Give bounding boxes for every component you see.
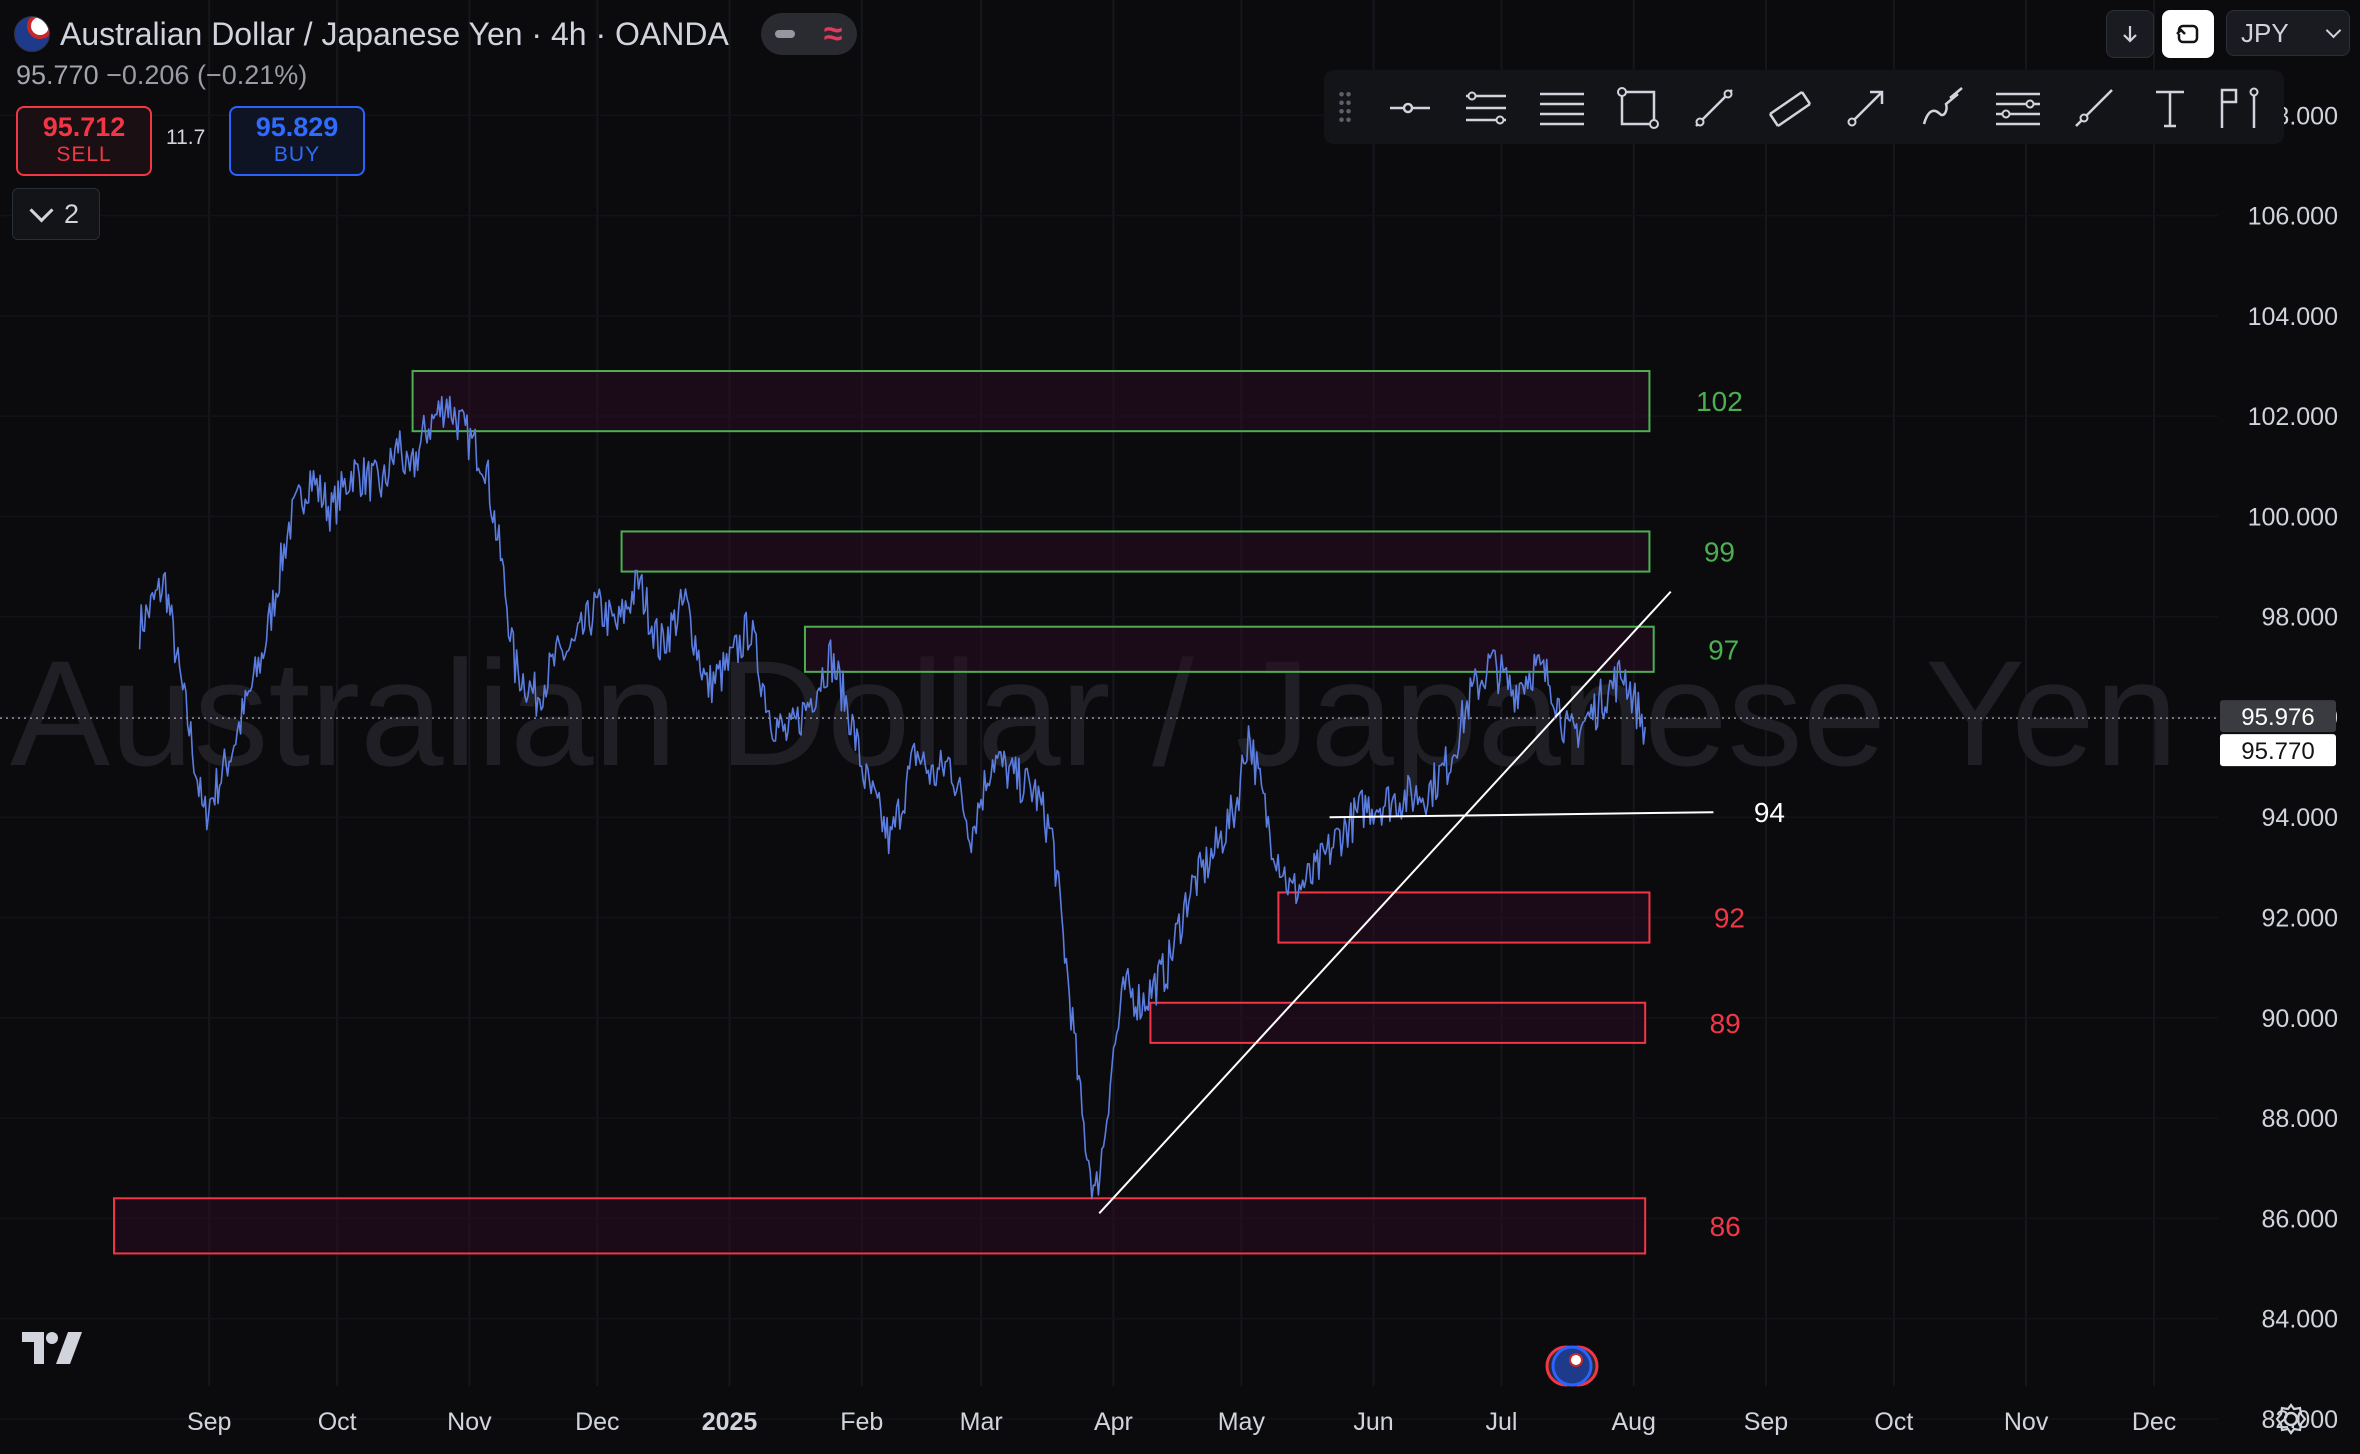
time-tick-label: Nov [2004,1408,2049,1436]
currency-label: JPY [2241,17,2289,48]
zone-support [113,1197,1647,1255]
price-tick-label: 102.000 [2248,403,2338,431]
spread-value: 11.7 [166,126,206,149]
time-tick-label: Apr [1094,1408,1133,1436]
wave-icon[interactable]: ≈ [824,17,843,51]
last-price: 95.770 [16,60,99,90]
price-tick-label: 88.000 [2262,1105,2338,1133]
chart-header: Australian Dollar / Japanese Yen · 4h · … [14,10,857,58]
sync-button[interactable] [2162,10,2214,58]
fib-retracement-icon[interactable] [1994,84,2042,132]
price-label-text: 95.976 [2241,704,2314,731]
symbol-title[interactable]: Australian Dollar / Japanese Yen · 4h · … [60,16,729,53]
sell-price: 95.712 [42,112,126,142]
zone-resistance [411,370,1651,433]
zone-label: 99 [1704,537,1735,568]
price-labels: 95.976 95.770 [2220,700,2336,767]
zone-label: 102 [1696,386,1743,417]
time-tick-label: Mar [960,1408,1003,1436]
drawn-line [1329,811,1714,819]
zone-label: 97 [1708,634,1739,665]
indicators-count: 2 [63,198,80,229]
zone-label: 89 [1710,1008,1741,1039]
ray-icon[interactable] [2070,84,2118,132]
chart-style-toggle[interactable]: ≈ [760,13,857,55]
zone-resistance [803,625,1655,673]
arrow-down-icon [2123,26,2137,43]
price-tick-label: 94.000 [2262,804,2338,832]
time-tick-label: Jul [1486,1408,1518,1436]
currency-select[interactable]: JPY [2226,10,2350,56]
drawing-toolbar[interactable] [1324,70,2284,144]
sell-label: SELL [56,143,112,166]
chevron-down-icon [29,197,54,223]
time-tick-label: Feb [840,1408,883,1436]
price-tick-label: 98.000 [2262,604,2338,632]
time-tick-label: Oct [1874,1408,1913,1436]
channel-icon[interactable] [1766,84,1814,132]
time-tick-label: Sep [187,1408,231,1436]
anchored-note-icon[interactable] [2214,84,2262,132]
horizontal-lines-icon[interactable] [1538,84,1586,132]
chevron-down-icon [2325,22,2342,39]
indicators-toggle[interactable]: 2 [12,188,100,240]
price-chart[interactable]: Australian Dollar / Japanese Yen 1029997… [0,0,2360,1454]
time-tick-label: May [1218,1408,1266,1436]
country-flags-icon[interactable] [1545,1345,1599,1387]
price-tick-label: 90.000 [2262,1005,2338,1033]
buy-label: BUY [273,143,321,166]
aud-jpy-flag-icon [14,16,50,52]
price-tick-label: 100.000 [2248,503,2338,531]
drag-handle-icon[interactable] [1338,90,1352,124]
parallel-lines-icon[interactable] [1462,84,1510,132]
time-tick-label: Aug [1611,1408,1655,1436]
sell-button[interactable]: 95.712 SELL [16,106,152,176]
buy-button[interactable]: 95.829 BUY [229,106,365,176]
zone-resistance [620,530,1651,573]
price-tick-label: 104.000 [2248,303,2338,331]
price-axis[interactable]: 82.00084.00086.00088.00090.00092.00094.0… [2248,102,2338,1434]
download-button[interactable] [2106,10,2154,58]
time-tick-label: Dec [2132,1408,2176,1436]
zone-label: 86 [1710,1211,1741,1242]
price-tick-label: 92.000 [2262,905,2338,933]
price-tick-label: 86.000 [2262,1205,2338,1233]
sync-icon [2176,24,2199,44]
price-label-text: 95.770 [2241,738,2314,765]
horizontal-ray-icon[interactable] [1386,84,1434,132]
zones-layer: 102 99 97 92 89 86 [113,370,1745,1255]
zone-support [1277,891,1651,944]
line-label: 94 [1754,797,1785,828]
price-tick-label: 106.000 [2248,203,2338,231]
zone-label: 92 [1714,903,1745,934]
time-tick-label: Sep [1744,1408,1788,1436]
price-quote: 95.770 −0.206 (−0.21%) [16,60,307,91]
brush-icon[interactable] [1918,84,1966,132]
tradingview-logo-icon[interactable] [22,1330,86,1366]
time-tick-label: 2025 [702,1408,758,1436]
gear-icon[interactable] [2274,1402,2308,1436]
minus-icon[interactable] [775,30,796,38]
zone-support [1149,1001,1647,1044]
price-tick-label: 84.000 [2262,1306,2338,1334]
arrow-icon[interactable] [1842,84,1890,132]
time-tick-label: Oct [318,1408,357,1436]
time-tick-label: Dec [575,1408,619,1436]
buy-price: 95.829 [255,112,339,142]
trend-line-icon[interactable] [1690,84,1738,132]
text-icon[interactable] [2146,84,2194,132]
price-change: −0.206 (−0.21%) [106,60,308,90]
time-tick-label: Nov [447,1408,492,1436]
rectangle-icon[interactable] [1614,84,1662,132]
time-axis[interactable]: Sep Oct Nov Dec 2025 Feb Mar Apr May Jun Jul Aug Sep… [187,1408,2176,1436]
time-tick-label: Jun [1353,1408,1393,1436]
